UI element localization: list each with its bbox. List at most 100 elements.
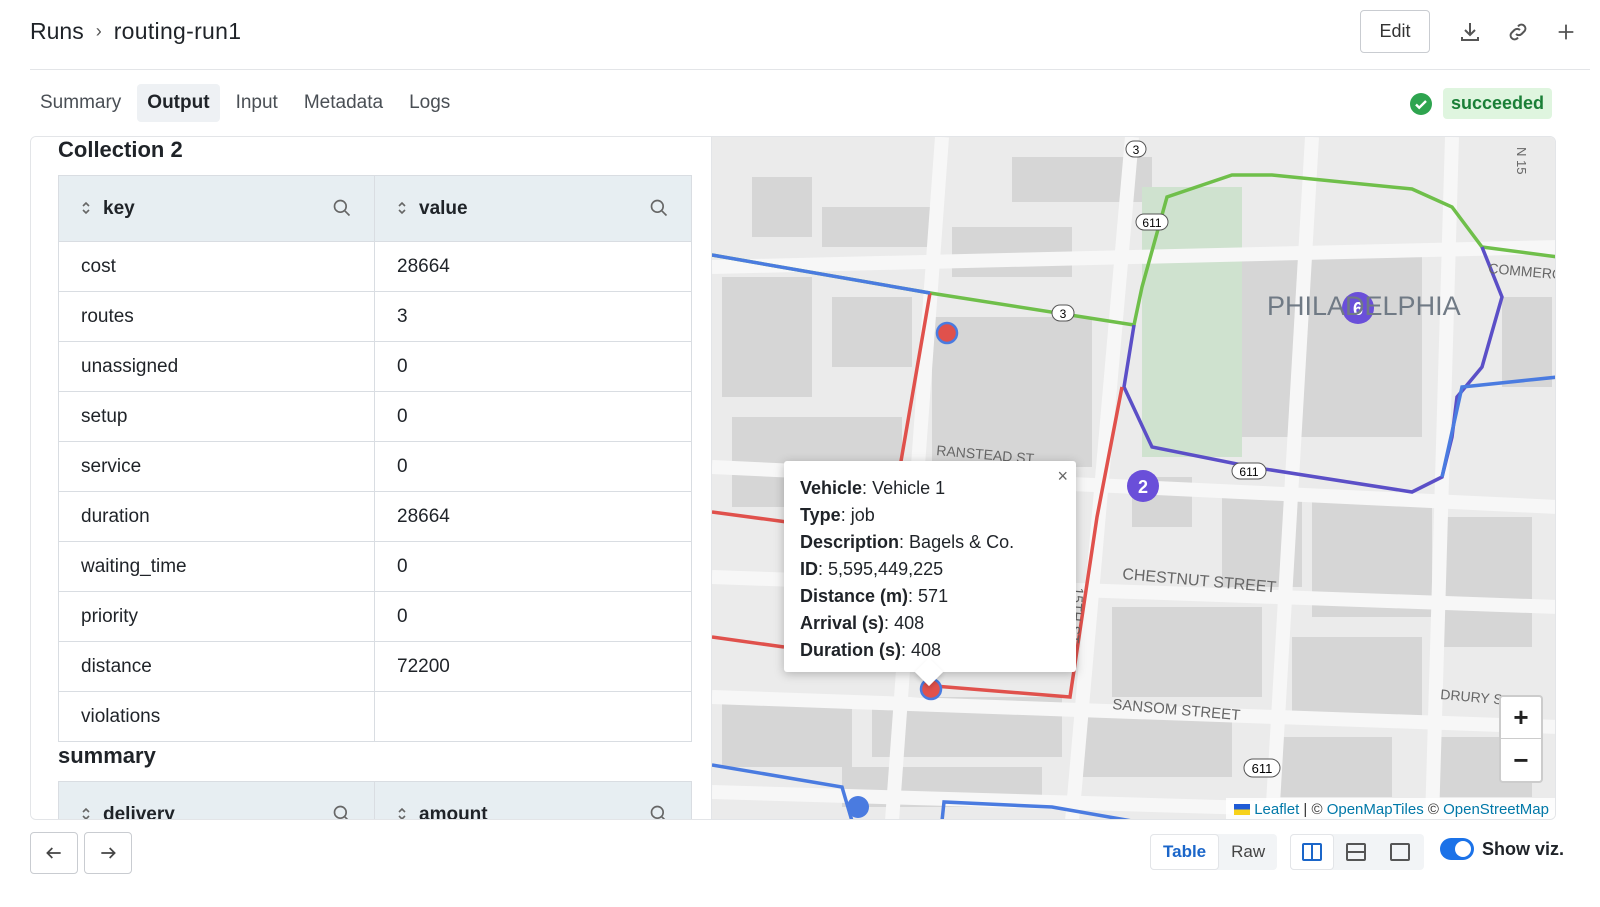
cell-value xyxy=(374,691,692,742)
cell-value: 0 xyxy=(374,391,692,442)
layout-split-vertical-icon[interactable] xyxy=(1290,834,1334,870)
column-header-key[interactable]: key xyxy=(58,175,375,242)
cell-value: 0 xyxy=(374,541,692,592)
svg-text:611: 611 xyxy=(1252,761,1273,776)
layout-split-horizontal-icon[interactable] xyxy=(1334,834,1378,870)
cell-key: unassigned xyxy=(58,341,375,392)
view-mode-toggle: Table Raw xyxy=(1150,834,1278,870)
table-view[interactable]: Collection 2 key value cost 28664 routes 3 xyxy=(31,137,711,820)
close-icon[interactable]: × xyxy=(1057,463,1068,490)
search-icon[interactable] xyxy=(332,198,352,218)
cell-key: routes xyxy=(58,291,375,342)
cell-value: 3 xyxy=(374,291,692,342)
link-icon[interactable] xyxy=(1494,10,1542,53)
toggle-switch[interactable] xyxy=(1440,838,1474,860)
column-header-value[interactable]: value xyxy=(374,175,692,242)
stop-marker[interactable] xyxy=(935,321,959,345)
sort-icon[interactable] xyxy=(81,806,91,820)
popup-row-type: Type: job xyxy=(800,505,875,525)
table-row: service 0 xyxy=(58,441,692,492)
street-label-n15: N 15 xyxy=(1514,147,1529,174)
tab-bar: Summary Output Input Metadata Logs xyxy=(30,84,460,122)
cluster-marker-2[interactable]: 2 xyxy=(1127,470,1159,502)
table-row: violations xyxy=(58,691,692,742)
popup-row-distance: Distance (m): 571 xyxy=(800,586,949,606)
search-icon[interactable] xyxy=(649,804,669,820)
table-row: priority 0 xyxy=(58,591,692,642)
svg-text:611: 611 xyxy=(1142,216,1161,230)
cell-key: duration xyxy=(58,491,375,542)
svg-text:611: 611 xyxy=(1239,465,1258,479)
column-header-amount[interactable]: amount xyxy=(374,781,692,820)
table-row: cost 28664 xyxy=(58,241,692,292)
route-map[interactable]: 6 2 3 3 611 611 611 PHILADELPHIA RANSTEA… xyxy=(711,137,1555,819)
stop-marker[interactable] xyxy=(847,796,869,818)
sort-icon[interactable] xyxy=(397,200,407,216)
city-label: PHILADELPHIA xyxy=(1267,291,1461,321)
cell-value: 0 xyxy=(374,591,692,642)
layout-single-icon[interactable] xyxy=(1378,834,1422,870)
tab-output[interactable]: Output xyxy=(137,84,220,122)
column-amount-label: amount xyxy=(419,803,488,820)
collection-title: Collection 2 xyxy=(58,137,183,162)
leaflet-link[interactable]: Leaflet xyxy=(1254,801,1299,818)
popup-row-vehicle: Vehicle: Vehicle 1 xyxy=(800,478,946,498)
popup-row-arrival: Arrival (s): 408 xyxy=(800,613,925,633)
check-circle-icon xyxy=(1409,92,1432,115)
cell-key: cost xyxy=(58,241,375,292)
table-row: unassigned 0 xyxy=(58,341,692,392)
cell-value: 28664 xyxy=(374,241,692,292)
cell-value: 0 xyxy=(374,341,692,392)
table-row: routes 3 xyxy=(58,291,692,342)
sort-icon[interactable] xyxy=(81,200,91,216)
view-table-button[interactable]: Table xyxy=(1150,834,1220,870)
summary-title: summary xyxy=(58,743,156,768)
layout-toggle xyxy=(1290,834,1424,870)
zoom-control: + − xyxy=(1499,695,1543,783)
bottom-bar: Table Raw Show viz. xyxy=(0,820,1600,907)
map-attribution: Leaflet | © OpenMapTiles © OpenStreetMap xyxy=(1226,798,1555,819)
table-row: distance 72200 xyxy=(58,641,692,692)
run-status: succeeded xyxy=(1409,88,1552,119)
view-raw-button[interactable]: Raw xyxy=(1219,834,1277,870)
tab-metadata[interactable]: Metadata xyxy=(294,84,393,122)
cell-key: service xyxy=(58,441,375,492)
tab-input[interactable]: Input xyxy=(226,84,288,122)
column-value-label: value xyxy=(419,197,468,219)
tab-summary[interactable]: Summary xyxy=(30,84,131,122)
status-badge: succeeded xyxy=(1442,88,1552,119)
cell-key: waiting_time xyxy=(58,541,375,592)
breadcrumb-current: routing-run1 xyxy=(113,18,242,44)
openstreetmap-link[interactable]: OpenStreetMap xyxy=(1443,801,1549,818)
tab-logs[interactable]: Logs xyxy=(399,84,460,122)
show-viz-toggle[interactable]: Show viz. xyxy=(1440,838,1564,860)
route-shield-611: 611 xyxy=(1243,758,1281,778)
openmaptiles-link[interactable]: OpenMapTiles xyxy=(1327,801,1424,818)
zoom-out-button[interactable]: − xyxy=(1501,739,1541,781)
edit-button[interactable]: Edit xyxy=(1360,10,1430,53)
zoom-in-button[interactable]: + xyxy=(1501,697,1541,739)
search-icon[interactable] xyxy=(649,198,669,218)
output-panel: Collection 2 key value cost 28664 routes 3 xyxy=(30,136,1556,820)
cell-key: violations xyxy=(58,691,375,742)
plus-icon[interactable] xyxy=(1542,10,1590,53)
cell-value: 0 xyxy=(374,441,692,492)
route-shield-611: 611 xyxy=(1135,213,1169,231)
arrow-right-icon xyxy=(101,847,116,859)
route-shield-3: 3 xyxy=(1051,304,1075,322)
top-actions: Edit xyxy=(1360,10,1590,53)
arrow-left-icon xyxy=(46,847,61,859)
sort-icon[interactable] xyxy=(397,806,407,820)
breadcrumb-runs-link[interactable]: Runs xyxy=(30,18,84,45)
cell-value: 28664 xyxy=(374,491,692,542)
ukraine-flag-icon xyxy=(1234,804,1251,815)
previous-button[interactable] xyxy=(30,832,78,874)
search-icon[interactable] xyxy=(332,804,352,820)
table-row: waiting_time 0 xyxy=(58,541,692,592)
collection-table: key value cost 28664 routes 3 unassigned 0 … xyxy=(58,175,692,742)
download-icon[interactable] xyxy=(1446,10,1494,53)
cell-key: priority xyxy=(58,591,375,642)
column-header-delivery[interactable]: delivery xyxy=(58,781,375,820)
breadcrumb-separator: › xyxy=(95,21,102,41)
next-button[interactable] xyxy=(84,832,132,874)
